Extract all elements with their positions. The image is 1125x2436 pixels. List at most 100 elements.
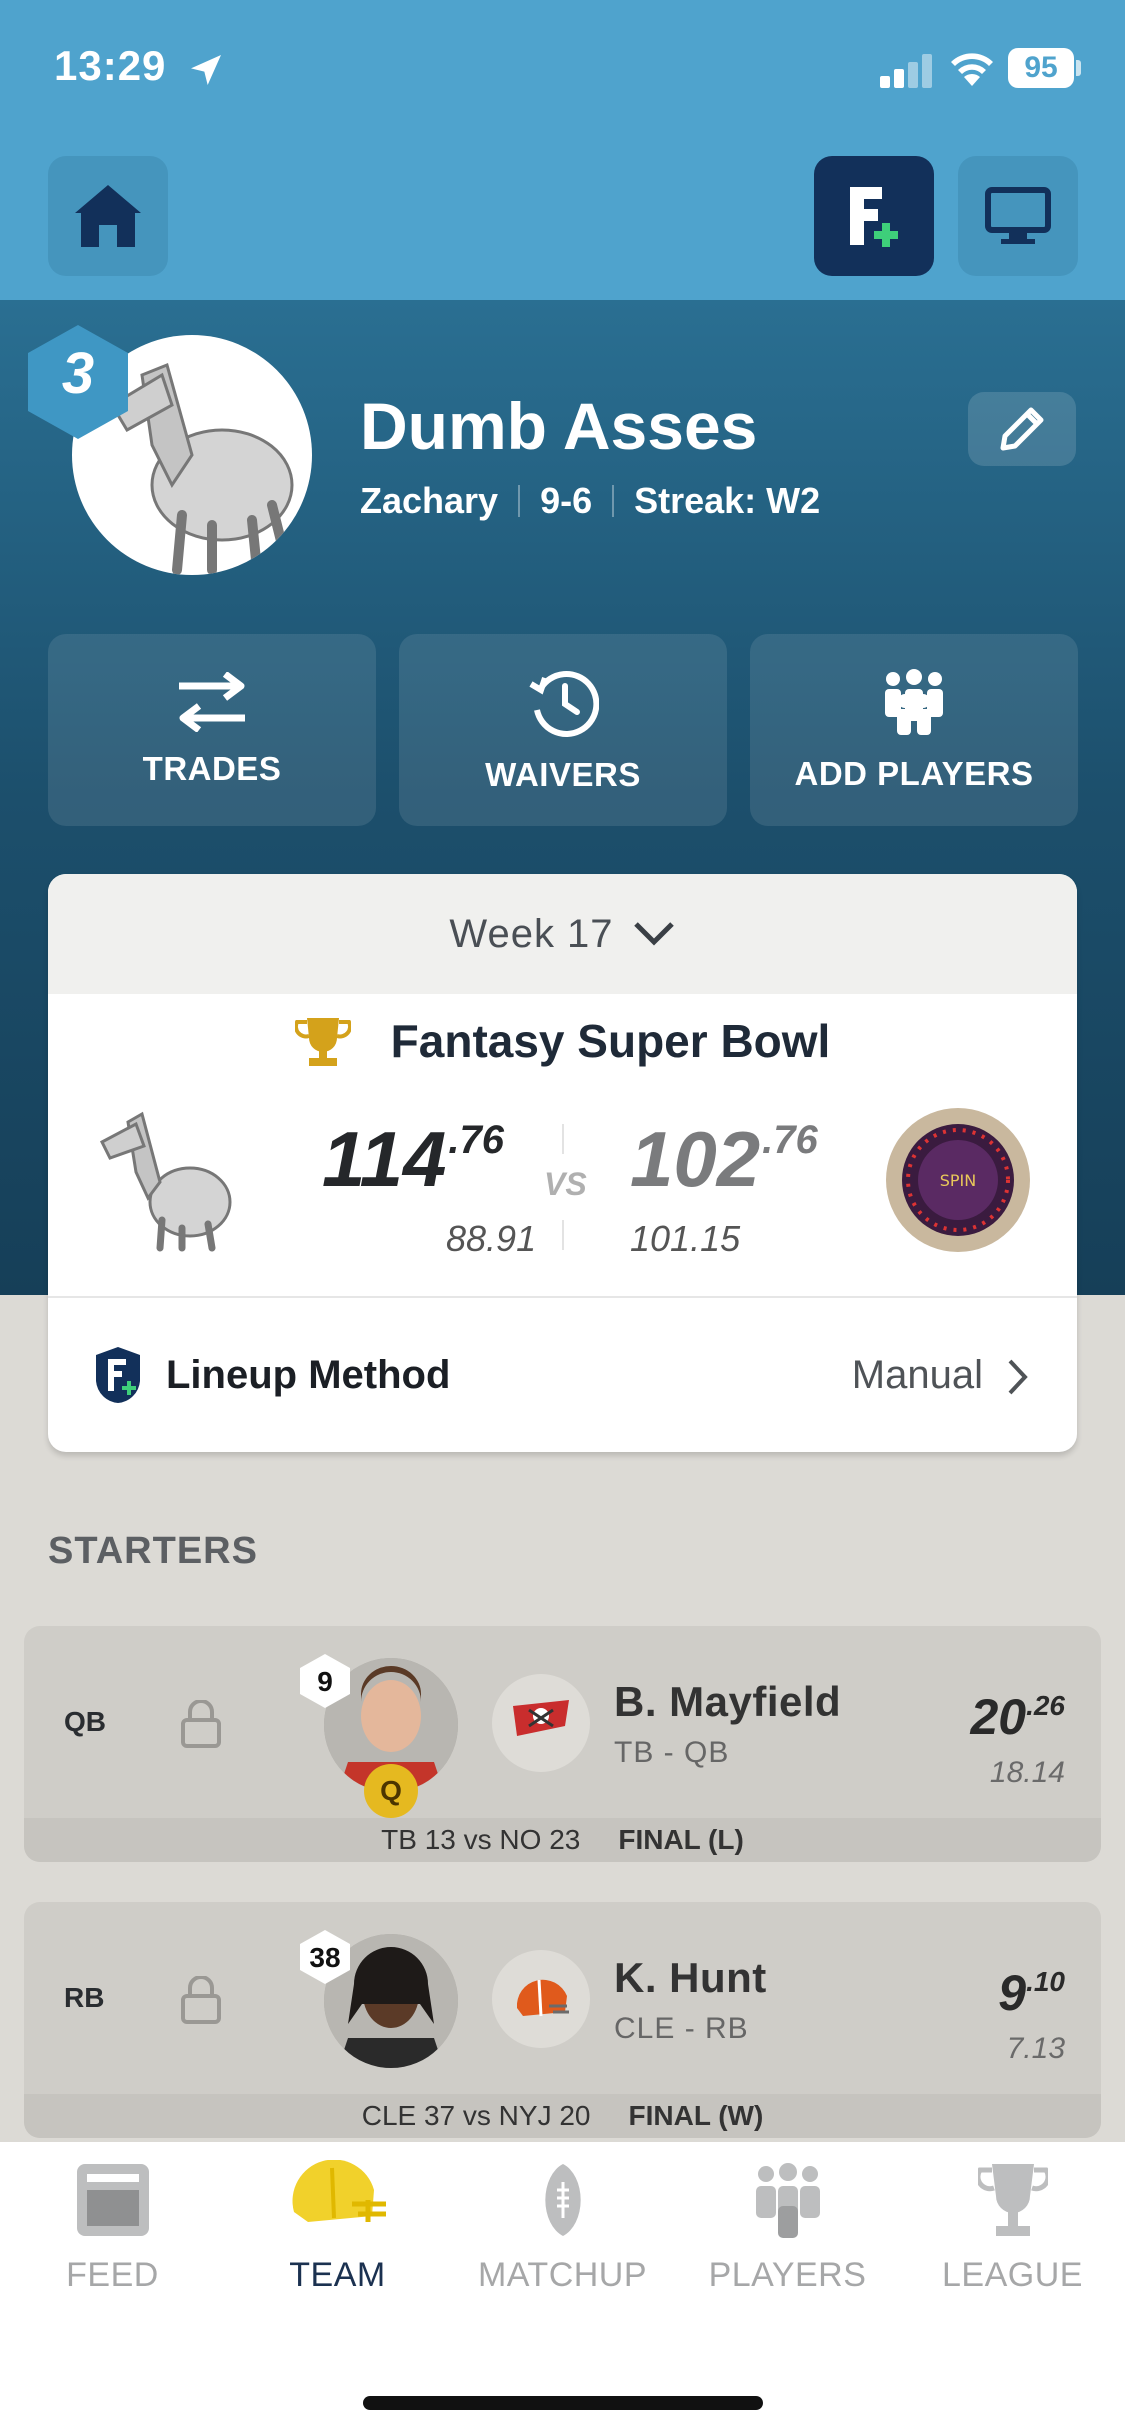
tv-button[interactable]: [958, 156, 1078, 276]
lock-icon: [181, 1700, 221, 1748]
matchup-card[interactable]: Week 17 Fantasy Super Bowl 114.76 88.91 …: [48, 874, 1077, 1452]
matchup-title-text: Fantasy Super Bowl: [390, 1015, 831, 1067]
team-name: Dumb Asses: [360, 389, 758, 463]
player-points-int: 20: [970, 1689, 1027, 1745]
opp-score-dec: .76: [762, 1118, 818, 1162]
pencil-icon: [1000, 407, 1044, 451]
tab-players-label: PLAYERS: [708, 2256, 867, 2294]
player-points-dec: .10: [1026, 1966, 1065, 1997]
player-points: 20.26: [970, 1688, 1065, 1746]
tab-league-label: LEAGUE: [942, 2256, 1083, 2294]
my-score: 114.76: [322, 1114, 504, 1205]
my-team-logo: [100, 1111, 232, 1252]
player-row[interactable]: RB 38 K. Hunt CLE - RB 9.10 7.13 CLE 37 …: [24, 1902, 1101, 2138]
waivers-button[interactable]: WAIVERS: [399, 634, 727, 826]
team-rank: 3: [61, 341, 95, 406]
meta-separator: [612, 485, 615, 517]
player-projected: 7.13: [1006, 2032, 1065, 2065]
battery-indicator: 95: [1008, 48, 1074, 88]
tab-feed-label: FEED: [66, 2256, 159, 2294]
football-icon: [544, 2164, 581, 2236]
my-score-dec: .76: [448, 1118, 504, 1162]
players-icon: [755, 2163, 820, 2238]
tab-team-label: TEAM: [289, 2256, 386, 2294]
vs-divider-top: [562, 1124, 564, 1154]
edit-team-button[interactable]: [968, 392, 1076, 466]
matchup-title: Fantasy Super Bowl: [48, 1014, 1077, 1068]
tab-matchup-label: MATCHUP: [477, 2256, 648, 2294]
game-score: CLE 37 vs NYJ 20: [361, 2100, 591, 2131]
lineup-method-row[interactable]: Lineup Method Manual: [48, 1298, 1077, 1452]
player-projected: 18.14: [989, 1756, 1065, 1789]
signal-icon: [880, 54, 932, 88]
game-result: FINAL (L): [618, 1824, 744, 1855]
week-selector[interactable]: Week 17: [48, 874, 1077, 994]
player-points-dec: .26: [1026, 1690, 1065, 1721]
home-indicator[interactable]: [363, 2396, 763, 2410]
tv-icon: [985, 187, 1051, 244]
player-team-position: TB - QB: [614, 1736, 730, 1769]
home-button[interactable]: [48, 156, 168, 276]
league-trophy-icon: [977, 2164, 1048, 2236]
status-time: 13:29: [54, 42, 167, 89]
team-record: 9-6: [540, 480, 593, 521]
people-group-icon: [885, 669, 943, 735]
location-arrow-icon: [191, 55, 221, 85]
lineup-method-label: Lineup Method: [166, 1352, 451, 1397]
browns-helmet-icon: [516, 1979, 569, 2017]
buccaneers-flag-icon: [513, 1700, 569, 1736]
feed-icon: [76, 2164, 149, 2236]
player-position: RB: [64, 1982, 105, 2013]
vs-label: VS: [544, 1166, 587, 1202]
tab-team[interactable]: TEAM: [225, 2160, 450, 2340]
jersey-number: 9: [317, 1666, 333, 1697]
game-result-bar: CLE 37 vs NYJ 20 FINAL (W): [24, 2094, 1101, 2138]
my-projected-score: 88.91: [446, 1218, 537, 1259]
nfl-team-logo: [492, 1950, 590, 2048]
player-points: 9.10: [998, 1964, 1065, 2022]
lock-icon: [181, 1976, 221, 2024]
status-badge: Q: [364, 1764, 418, 1818]
chevron-right-icon: [1008, 1359, 1028, 1395]
meta-separator: [518, 485, 521, 517]
waivers-label: WAIVERS: [485, 756, 641, 793]
starters-heading: STARTERS: [48, 1530, 258, 1572]
team-streak: Streak: W2: [634, 480, 821, 521]
trophy-icon: [294, 1018, 351, 1066]
player-row[interactable]: QB 9 Q B. Mayfield TB - QB 20.26 18.14 T…: [24, 1626, 1101, 1862]
opponent-score: 102.76: [630, 1114, 818, 1205]
wifi-icon: [951, 53, 993, 86]
add-players-label: ADD PLAYERS: [794, 755, 1034, 792]
fantasy-plus-icon: [850, 187, 898, 247]
vs-divider-bottom: [562, 1220, 564, 1250]
tab-feed[interactable]: FEED: [0, 2160, 225, 2340]
tab-players[interactable]: PLAYERS: [675, 2160, 900, 2340]
home-icon: [75, 185, 141, 247]
my-score-int: 114: [322, 1115, 447, 1203]
top-bar: 13:29 95: [0, 0, 1125, 300]
player-name: B. Mayfield: [614, 1678, 842, 1725]
chevron-down-icon: [633, 922, 674, 946]
week-label: Week 17: [449, 911, 614, 956]
add-players-button[interactable]: ADD PLAYERS: [750, 634, 1078, 826]
tab-matchup[interactable]: MATCHUP: [450, 2160, 675, 2340]
clock-history-icon: [529, 671, 599, 737]
owner-name: Zachary: [360, 480, 499, 521]
tab-league[interactable]: LEAGUE: [900, 2160, 1125, 2340]
team-meta: Zachary 9-6 Streak: W2: [360, 480, 820, 522]
helmet-icon: [292, 2160, 386, 2222]
trades-button[interactable]: TRADES: [48, 634, 376, 826]
bottom-tab-bar: FEED TEAM MATCHUP PLAYERS LEAGUE: [0, 2142, 1125, 2436]
game-result: FINAL (W): [628, 2100, 764, 2131]
fantasy-shield-icon: [96, 1347, 140, 1403]
jersey-number: 38: [309, 1942, 341, 1973]
player-points-int: 9: [998, 1965, 1027, 2021]
player-team-position: CLE - RB: [614, 2012, 749, 2045]
opponent-projected-score: 101.15: [630, 1218, 741, 1259]
opponent-team-logo: SPIN: [886, 1108, 1030, 1252]
opp-score-int: 102: [630, 1115, 761, 1203]
trade-arrows-icon: [179, 672, 245, 732]
fantasy-plus-button[interactable]: [814, 156, 934, 276]
trades-label: TRADES: [142, 750, 282, 787]
nfl-team-logo: [492, 1674, 590, 1772]
